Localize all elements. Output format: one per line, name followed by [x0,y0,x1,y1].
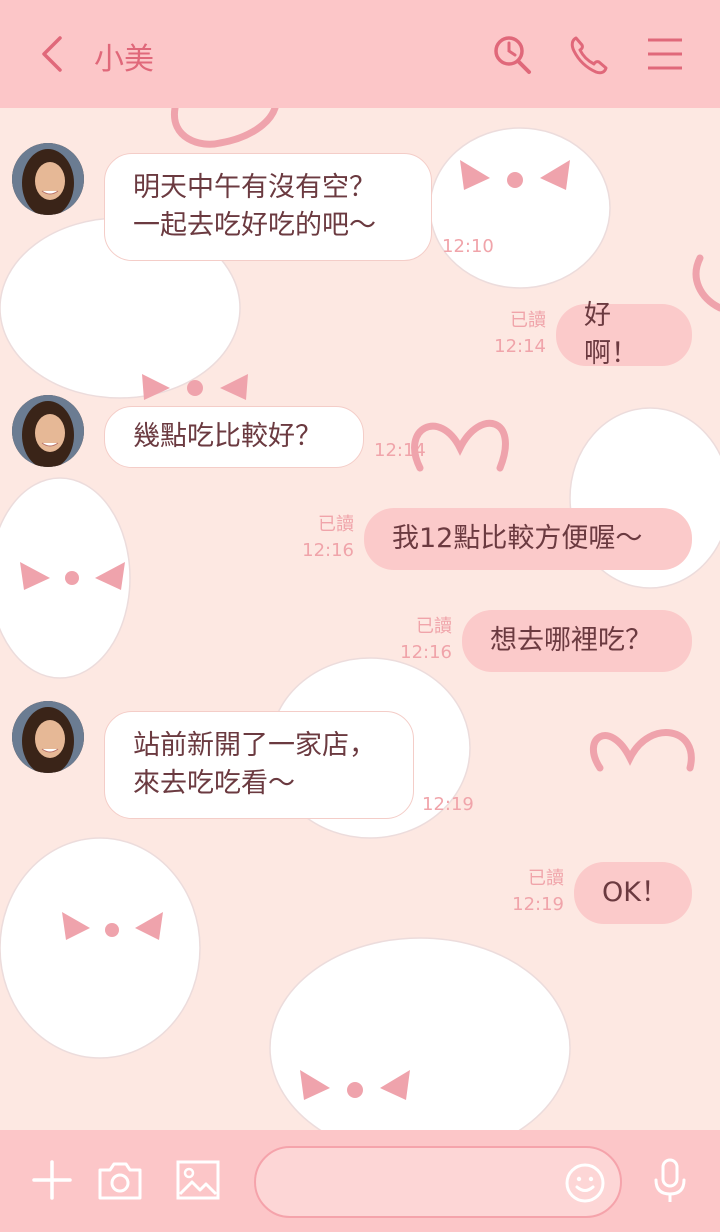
message-text: 好啊！ [584,300,638,369]
message-time: 12:19 [512,894,564,915]
read-receipt: 已讀 [528,868,564,889]
voice-button[interactable] [646,1156,694,1204]
camera-button[interactable] [96,1156,144,1204]
message-bubble-outgoing[interactable]: 好啊！ [556,300,692,369]
smiley-icon [565,1163,605,1203]
message-text: 想去哪裡吃？ [490,625,652,656]
message-time: 12:16 [302,540,354,561]
message-time: 12:19 [422,794,474,815]
message-time: 12:10 [442,236,494,257]
message-line: 幾點吃比較好？ [133,421,322,452]
message-composer [0,1130,720,1232]
message-line: 明天中午有沒有空？ [133,172,376,203]
contact-avatar[interactable] [12,143,84,215]
contact-avatar[interactable] [12,701,84,773]
search-button[interactable] [490,30,534,78]
microphone-icon [654,1158,686,1202]
read-receipt: 已讀 [318,514,354,535]
message-time: 12:14 [374,440,426,461]
message-bubble-outgoing[interactable]: 想去哪裡吃？ [462,610,692,672]
chevron-left-icon [42,36,62,72]
avatar-photo [12,395,84,467]
camera-icon [98,1162,142,1200]
message-line: 站前新開了一家店， [133,730,376,761]
message-meta: 已讀 12:14 [494,308,546,360]
message-text: OK！ [602,877,668,908]
message-line: 來去吃吃看～ [133,768,295,799]
call-button[interactable] [566,30,610,78]
chat-area[interactable]: 明天中午有沒有空？ 一起去吃好吃的吧～ 12:10 已讀 12:14 好啊！ 幾… [0,108,720,1130]
message-bubble-incoming[interactable]: 站前新開了一家店， 來去吃吃看～ [104,711,414,819]
contact-avatar[interactable] [12,395,84,467]
message-line: 一起去吃好吃的吧～ [133,210,376,241]
message-meta: 已讀 12:16 [302,512,354,564]
read-receipt: 已讀 [510,310,546,331]
message-bubble-outgoing[interactable]: OK！ [574,862,692,924]
message-time: 12:14 [494,336,546,357]
message-meta: 已讀 12:16 [400,614,452,666]
message-text: 我12點比較方便喔～ [392,523,643,554]
message-input-field[interactable] [254,1146,622,1218]
phone-icon [570,36,608,75]
menu-icon [648,38,682,70]
plus-icon [32,1160,72,1200]
message-bubble-outgoing[interactable]: 我12點比較方便喔～ [364,508,692,570]
search-icon [494,36,531,74]
emoji-button[interactable] [564,1162,606,1204]
message-bubble-incoming[interactable]: 明天中午有沒有空？ 一起去吃好吃的吧～ [104,153,432,261]
image-icon [176,1160,220,1200]
message-meta: 已讀 12:19 [512,866,564,918]
back-button[interactable] [30,30,74,78]
message-bubble-incoming[interactable]: 幾點吃比較好？ [104,406,364,468]
message-time: 12:16 [400,642,452,663]
menu-button[interactable] [644,30,688,78]
chat-title: 小美 [94,42,154,77]
avatar-photo [12,701,84,773]
avatar-photo [12,143,84,215]
read-receipt: 已讀 [416,616,452,637]
image-button[interactable] [174,1156,222,1204]
add-button[interactable] [28,1156,76,1204]
chat-header: 小美 [0,0,720,108]
